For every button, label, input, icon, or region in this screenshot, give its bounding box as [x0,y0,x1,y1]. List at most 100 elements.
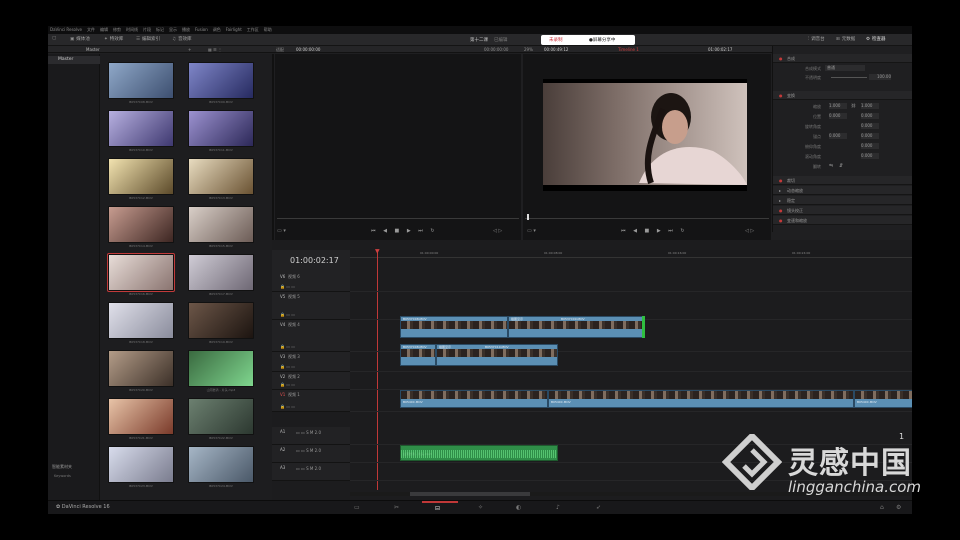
clip-thumbnail[interactable] [108,158,174,195]
opacity-slider[interactable] [831,77,867,78]
inspector-button[interactable]: ⚙ 检查器 [866,36,886,42]
clip-v2-1[interactable]: B0540C.MOV [400,390,548,408]
clip-thumbnail[interactable] [108,398,174,435]
menu-item[interactable]: 编辑 [100,27,108,33]
source-mark-icons[interactable]: ◁ ▷ [493,228,502,234]
retime-toggle-icon[interactable]: ● [779,218,783,223]
timeline-name[interactable]: Timeline 1 [618,47,639,52]
bin-master[interactable]: Master [48,56,100,64]
media-pool-button[interactable]: ▣ 媒体池 [70,36,90,42]
timeline-ruler[interactable]: 01:00:00:00 01:00:08:00 01:00:16:00 01:00:2… [350,250,912,258]
clip-v2-2[interactable]: B0540C.MOV [548,390,854,408]
effects-button[interactable]: ✦ 特效库 [104,36,123,42]
timeline-playhead-marker[interactable] [527,214,529,220]
clip-thumbnail[interactable] [188,206,254,243]
track-controls-icon[interactable]: 🔒 ▭ ▭ [280,404,295,409]
track-header[interactable]: V6 视频 6 🔒 ▭ ▭ [272,272,350,292]
menu-item[interactable]: DaVinci Resolve [50,27,82,32]
clip-v4-2[interactable]: 插图显示 B0537C10.MOV [436,344,558,366]
flip-horizontal-icon[interactable]: ⇋ [829,163,833,169]
stabilize-section[interactable]: ▸ 稳定 [773,196,912,205]
clip-thumbnail[interactable] [108,62,174,99]
smart-bin-keywords[interactable]: Keywords [54,474,71,478]
track-controls-icon[interactable]: 🔒 ▭ ▭ [280,382,295,387]
clip-thumbnail[interactable] [188,302,254,339]
track-header[interactable]: V5 视频 5 🔒 ▭ ▭ [272,292,350,320]
clip-thumbnail[interactable] [108,302,174,339]
timeline-zoom[interactable]: 29% [524,47,533,52]
clip-v5-2[interactable]: 插图显示 B0537C09.MOV [508,316,644,338]
source-zoom[interactable]: 适配 [276,47,284,53]
edit-index-button[interactable]: ☰ 编辑索引 [136,36,160,42]
crop-toggle-icon[interactable]: ● [779,178,783,183]
track-header[interactable]: V1 视频 1 🔒 ▭ ▭ [272,390,350,412]
track-lane[interactable] [350,372,912,390]
track-lane[interactable] [350,272,912,292]
clip-thumbnail[interactable] [108,110,174,147]
clip-thumbnail[interactable] [107,253,175,292]
menu-item[interactable]: 工作区 [247,27,259,33]
menu-item[interactable]: 修剪 [113,27,121,33]
source-transport-controls[interactable]: ⏮ ◀ ■ ▶ ⏭ ↻ [371,228,438,234]
lens-section[interactable]: ● 镜头校正 [773,206,912,215]
clip-thumbnail[interactable] [188,158,254,195]
metadata-button[interactable]: ⊞ 元数据 [836,36,855,42]
audio-track-buttons[interactable]: ▭ ▭ S M 2.0 [296,430,321,435]
track-header[interactable]: A1 ▭ ▭ S M 2.0 [272,427,350,445]
deliver-page-icon[interactable]: ➶ [596,504,601,511]
audio-clip-a2[interactable]: 山河晏清 - 片头.mp3 [400,445,558,461]
color-page-icon[interactable]: ◐ [516,504,521,511]
mixer-button[interactable]: ⫶ 调音台 [808,36,825,42]
fairlight-page-icon[interactable]: ♪ [556,504,560,511]
source-viewer[interactable]: ▭ ▾ ⏮ ◀ ■ ▶ ⏭ ↻ ◁ ▷ [275,54,521,240]
clip-thumbnail[interactable] [188,398,254,435]
timeline-transport-controls[interactable]: ⏮ ◀ ■ ▶ ⏭ ↻ [621,228,688,234]
pitch-field[interactable]: 0.000 [861,143,879,149]
view-mode-icons[interactable]: ▦ ☰ ⋮ [208,47,222,52]
opacity-field[interactable]: 100.00 [869,74,891,80]
dynamic-zoom-chevron-icon[interactable]: ▸ [779,188,781,193]
anchor-x-field[interactable]: 0.000 [829,133,847,139]
menu-item[interactable]: 显示 [169,27,177,33]
clip-thumbnail[interactable] [188,350,254,387]
clip-v2-3[interactable]: B0540C.MOV [854,390,912,408]
edit-page-tab[interactable]: ⊟ [422,501,458,514]
track-controls-icon[interactable]: 🔒 ▭ ▭ [280,344,295,349]
anchor-y-field[interactable]: 0.000 [861,133,879,139]
scrollbar-thumb[interactable] [410,492,530,496]
clip-end-marker[interactable] [642,316,645,338]
screen-share-pill[interactable]: 未录制 ●屏幕分享中 [541,35,635,45]
clip-thumbnail[interactable] [188,446,254,483]
clip-v4-1[interactable]: B0537C08.MOV [400,344,436,366]
cut-page-icon[interactable]: ✂ [394,504,399,511]
clip-thumbnail[interactable] [108,350,174,387]
crop-section[interactable]: ● 裁切 [773,176,912,185]
timeline-viewer[interactable]: ▭ ▾ ⏮ ◀ ■ ▶ ⏭ ↻ ◁ ▷ [523,54,771,240]
menu-item[interactable]: 播放 [182,27,190,33]
clip-thumbnail[interactable] [188,62,254,99]
timeline-mark-icons[interactable]: ◁ ▷ [745,228,754,234]
media-page-icon[interactable]: ▭ [354,504,360,511]
clip-v5-1[interactable]: B0537C08.MOV [400,316,508,338]
dynamic-zoom-section[interactable]: ▸ 动态缩放 [773,186,912,195]
menu-item[interactable]: 标记 [156,27,164,33]
track-header[interactable]: V2 视频 2 🔒 ▭ ▭ [272,372,350,390]
sound-library-button[interactable]: ♫ 音效库 [172,36,192,42]
menu-item[interactable]: Fairlight [226,27,242,32]
flip-vertical-icon[interactable]: ⇵ [839,163,843,169]
menu-item[interactable]: 调色 [213,27,221,33]
composite-toggle-icon[interactable]: ● [779,56,783,61]
lens-toggle-icon[interactable]: ● [779,208,783,213]
playhead-icon[interactable]: ▼ [375,248,380,255]
track-header[interactable]: V4 视频 4 🔒 ▭ ▭ [272,320,350,352]
add-icon[interactable]: + [188,47,191,52]
clip-thumbnail[interactable] [108,446,174,483]
stabilize-chevron-icon[interactable]: ▸ [779,198,781,203]
audio-track-buttons[interactable]: ▭ ▭ S M 2.0 [296,466,321,471]
yaw-field[interactable]: 0.000 [861,153,879,159]
zoom-x-field[interactable]: 1.000 [829,103,847,109]
track-header[interactable]: V3 视频 3 🔒 ▭ ▭ [272,352,350,372]
menu-item[interactable]: 片段 [143,27,151,33]
transform-section[interactable]: ● 变换 [773,91,912,100]
track-controls-icon[interactable]: 🔒 ▭ ▭ [280,312,295,317]
